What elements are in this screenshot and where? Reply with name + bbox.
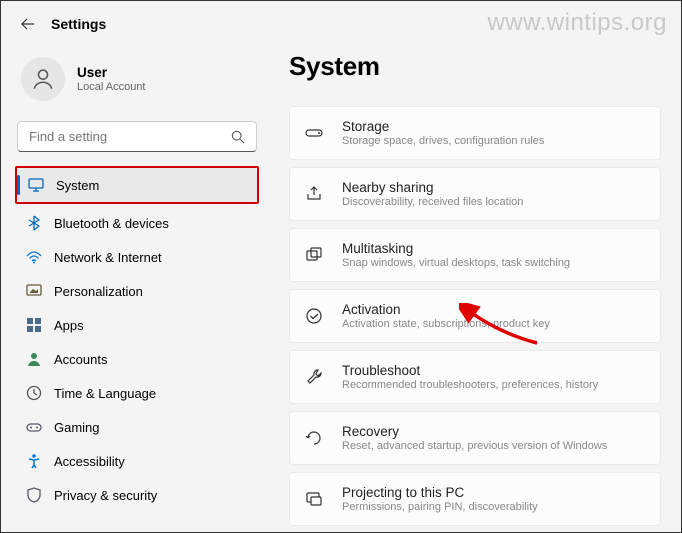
nav-gaming[interactable]: Gaming bbox=[15, 410, 259, 444]
nav-label: Personalization bbox=[54, 284, 143, 299]
card-multitask[interactable]: MultitaskingSnap windows, virtual deskto… bbox=[289, 228, 661, 282]
recovery-icon bbox=[304, 428, 324, 448]
system-icon bbox=[27, 177, 44, 194]
card-sub: Discoverability, received files location bbox=[342, 196, 523, 208]
card-sub: Reset, advanced startup, previous versio… bbox=[342, 440, 607, 452]
sidebar: User Local Account System Bluetooth & de… bbox=[1, 43, 269, 533]
card-nearby[interactable]: Nearby sharingDiscoverability, received … bbox=[289, 167, 661, 221]
card-title: Nearby sharing bbox=[342, 180, 523, 195]
card-sub: Permissions, pairing PIN, discoverabilit… bbox=[342, 501, 538, 513]
storage-icon bbox=[304, 123, 324, 143]
nav-network[interactable]: Network & Internet bbox=[15, 240, 259, 274]
card-title: Projecting to this PC bbox=[342, 485, 538, 500]
user-icon bbox=[30, 66, 56, 92]
card-title: Activation bbox=[342, 302, 550, 317]
nav-label: Accounts bbox=[54, 352, 107, 367]
card-title: Multitasking bbox=[342, 241, 570, 256]
nav-highlight: System bbox=[15, 166, 259, 204]
main-panel: System StorageStorage space, drives, con… bbox=[269, 43, 681, 533]
card-sub: Storage space, drives, configuration rul… bbox=[342, 135, 544, 147]
card-title: Troubleshoot bbox=[342, 363, 598, 378]
projecting-icon bbox=[304, 489, 324, 509]
user-info[interactable]: User Local Account bbox=[15, 49, 259, 117]
accessibility-icon bbox=[25, 453, 42, 470]
nav-label: Time & Language bbox=[54, 386, 156, 401]
search-box[interactable] bbox=[17, 121, 257, 152]
nav-apps[interactable]: Apps bbox=[15, 308, 259, 342]
card-title: Storage bbox=[342, 119, 544, 134]
nav-time[interactable]: Time & Language bbox=[15, 376, 259, 410]
search-input[interactable] bbox=[29, 129, 231, 144]
avatar bbox=[21, 57, 65, 101]
nav-label: System bbox=[56, 178, 99, 193]
settings-title: Settings bbox=[51, 16, 106, 32]
bluetooth-icon bbox=[25, 215, 42, 232]
shield-icon bbox=[25, 487, 42, 504]
wrench-icon bbox=[304, 367, 324, 387]
nav-privacy[interactable]: Privacy & security bbox=[15, 478, 259, 512]
nav-label: Apps bbox=[54, 318, 84, 333]
search-icon bbox=[231, 130, 245, 144]
card-storage[interactable]: StorageStorage space, drives, configurat… bbox=[289, 106, 661, 160]
nav-bluetooth[interactable]: Bluetooth & devices bbox=[15, 206, 259, 240]
card-sub: Activation state, subscriptions, product… bbox=[342, 318, 550, 330]
check-circle-icon bbox=[304, 306, 324, 326]
gaming-icon bbox=[25, 419, 42, 436]
nav-personalization[interactable]: Personalization bbox=[15, 274, 259, 308]
personalization-icon bbox=[25, 283, 42, 300]
nav-label: Gaming bbox=[54, 420, 100, 435]
nav-accessibility[interactable]: Accessibility bbox=[15, 444, 259, 478]
accounts-icon bbox=[25, 351, 42, 368]
nav-label: Bluetooth & devices bbox=[54, 216, 169, 231]
back-button[interactable] bbox=[19, 15, 37, 33]
multitask-icon bbox=[304, 245, 324, 265]
nav-system[interactable]: System bbox=[17, 168, 257, 202]
nav-accounts[interactable]: Accounts bbox=[15, 342, 259, 376]
network-icon bbox=[25, 249, 42, 266]
card-title: Recovery bbox=[342, 424, 607, 439]
share-icon bbox=[304, 184, 324, 204]
card-sub: Recommended troubleshooters, preferences… bbox=[342, 379, 598, 391]
page-title: System bbox=[289, 51, 661, 82]
nav-label: Privacy & security bbox=[54, 488, 157, 503]
nav-label: Network & Internet bbox=[54, 250, 162, 265]
card-activation[interactable]: ActivationActivation state, subscription… bbox=[289, 289, 661, 343]
user-sub: Local Account bbox=[77, 81, 146, 93]
header-bar: Settings bbox=[1, 1, 681, 43]
user-name: User bbox=[77, 65, 146, 80]
card-projecting[interactable]: Projecting to this PCPermissions, pairin… bbox=[289, 472, 661, 526]
card-recovery[interactable]: RecoveryReset, advanced startup, previou… bbox=[289, 411, 661, 465]
apps-icon bbox=[25, 317, 42, 334]
clock-icon bbox=[25, 385, 42, 402]
card-troubleshoot[interactable]: TroubleshootRecommended troubleshooters,… bbox=[289, 350, 661, 404]
nav-list: System Bluetooth & devices Network & Int… bbox=[15, 166, 259, 512]
back-arrow-icon bbox=[21, 17, 35, 31]
card-sub: Snap windows, virtual desktops, task swi… bbox=[342, 257, 570, 269]
nav-label: Accessibility bbox=[54, 454, 125, 469]
